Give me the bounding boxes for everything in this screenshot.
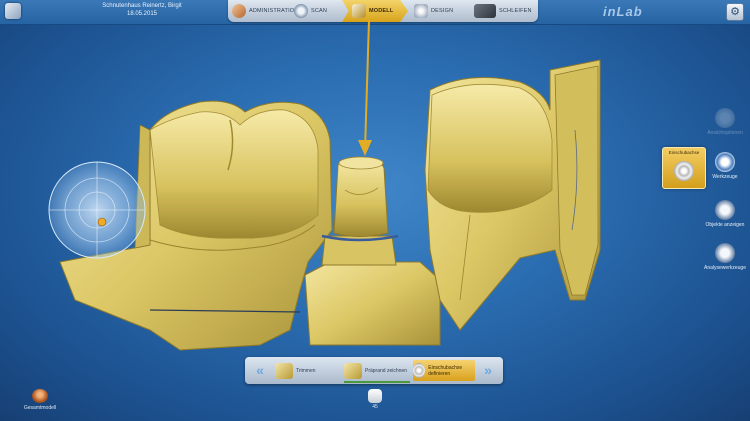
- trim-icon: [275, 362, 293, 379]
- rotation-trackball[interactable]: [48, 161, 146, 259]
- trackball-handle: [97, 217, 107, 227]
- tooth-icon: [368, 389, 382, 403]
- insertion-axis-tool-icon: [674, 161, 694, 181]
- view-options-button[interactable]: Ansichtoptionen: [702, 108, 748, 136]
- tools-icon: [715, 152, 735, 172]
- show-objects-icon: [715, 200, 735, 220]
- full-model-icon: [32, 389, 48, 403]
- tools-button[interactable]: Werkzeuge: [702, 152, 748, 180]
- inlab-window: Schnutenhaus Reinertz, Birgit 18.05.2015…: [0, 0, 750, 421]
- insertion-axis-icon: [413, 363, 426, 378]
- step-insertion-axis[interactable]: Einschubachse definieren: [413, 360, 475, 381]
- tooth-selector[interactable]: 45: [362, 389, 388, 410]
- full-model-button[interactable]: Gesamtmodell: [22, 389, 58, 411]
- analysis-tools-button[interactable]: Analysewerkzeuge: [702, 243, 748, 271]
- margin-draw-icon: [344, 362, 362, 379]
- insertion-axis-arrow[interactable]: [358, 19, 372, 156]
- insertion-axis-tool-button[interactable]: Einschubachse: [662, 147, 706, 189]
- show-objects-button[interactable]: Objekte anzeigen: [702, 200, 748, 228]
- step-trim[interactable]: Trimmen: [275, 360, 341, 381]
- right-molar-model[interactable]: [424, 59, 601, 331]
- workflow-step-bar: « Trimmen Präprand zeichnen Einschubachs…: [245, 357, 503, 384]
- previous-step-icon[interactable]: «: [249, 360, 271, 380]
- view-options-icon: [715, 108, 735, 128]
- analysis-tools-icon: [715, 243, 735, 263]
- next-step-icon[interactable]: »: [477, 360, 499, 380]
- step-draw-margin[interactable]: Präprand zeichnen: [344, 360, 410, 383]
